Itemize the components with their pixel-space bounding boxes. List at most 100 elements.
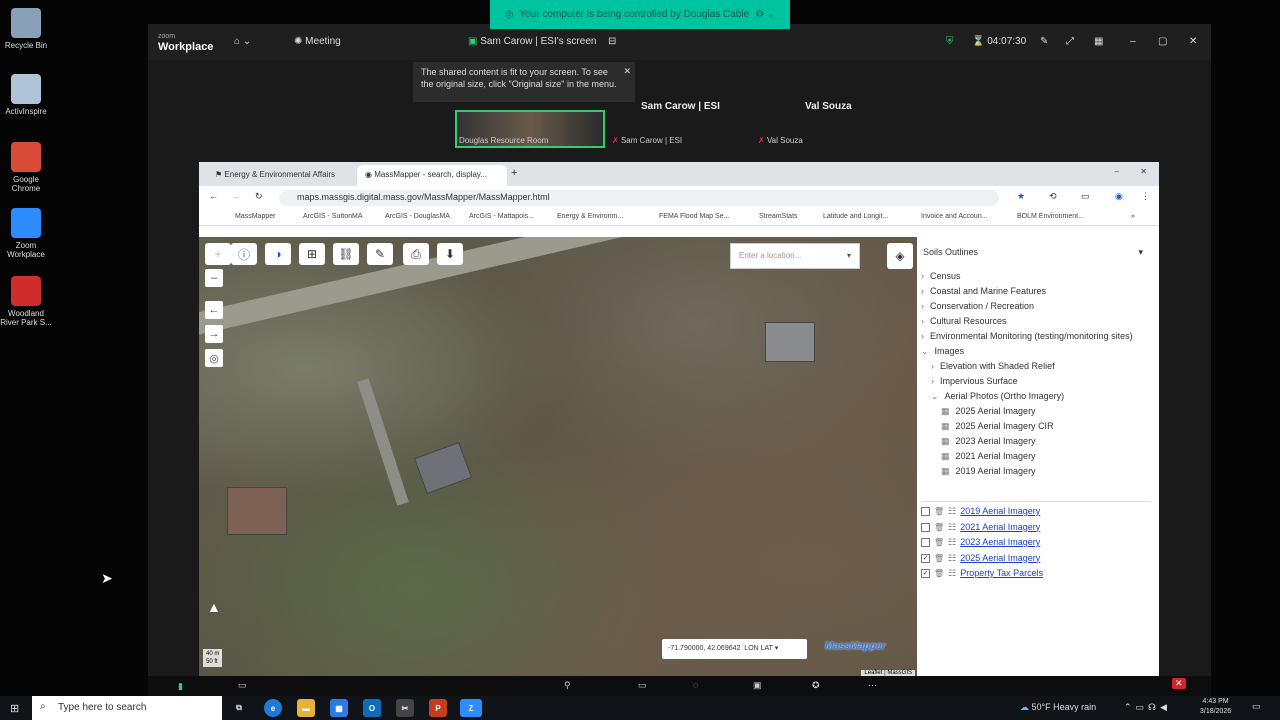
maximize-button[interactable]: ▢ bbox=[1158, 36, 1167, 47]
layer-tree-item[interactable]: ▦ 2019 Aerial Imagery bbox=[921, 464, 1149, 479]
geolocate-icon[interactable]: ◎ bbox=[205, 349, 223, 367]
tab-energy[interactable]: ⚑ Energy & Environmental Affairs bbox=[207, 165, 357, 186]
active-layer-link[interactable]: 2025 Aerial Imagery bbox=[960, 551, 1040, 567]
print-icon[interactable]: ⎙ bbox=[403, 243, 429, 265]
layer-tree-item[interactable]: ▦ 2023 Aerial Imagery bbox=[921, 434, 1149, 449]
forward-icon[interactable]: → bbox=[231, 191, 240, 201]
extensions-icon[interactable]: ▭ bbox=[1081, 191, 1090, 202]
info-icon[interactable]: ⓘ bbox=[231, 243, 257, 265]
link-icon[interactable]: ⛓ bbox=[333, 243, 359, 265]
location-search-input[interactable]: Enter a location... ▾ bbox=[730, 243, 860, 269]
taskbar-search-input[interactable]: ⌕ Type here to search bbox=[32, 696, 222, 720]
weather-widget[interactable]: ☁ 50°F Heavy rain bbox=[1020, 702, 1096, 713]
bookmarks-overflow-icon[interactable]: » bbox=[1131, 213, 1135, 220]
banner-gear-icon[interactable]: ⚙ ⌄ bbox=[755, 9, 775, 20]
bookmark-star-icon[interactable]: ★ bbox=[1017, 191, 1025, 202]
layer-tree-item[interactable]: › Impervious Surface bbox=[921, 374, 1149, 389]
aerial-map[interactable]: + ⓘ ◑ ⊞ ⛓ ✎ ⎙ ⬇ – ← → ◎ Enter a location… bbox=[199, 237, 917, 676]
menu-icon[interactable]: ⋮ bbox=[1141, 191, 1150, 202]
delete-layer-icon[interactable]: 🗑 bbox=[934, 535, 944, 551]
stop-control-icon[interactable]: ✕ bbox=[1172, 678, 1186, 689]
reload-icon[interactable]: ↻ bbox=[255, 191, 263, 202]
window-minimize-icon[interactable]: – bbox=[1115, 167, 1119, 176]
bookmark-item[interactable]: ArcGIS - Mattapois... bbox=[469, 213, 534, 220]
mic-icon[interactable]: ✎ bbox=[1040, 36, 1048, 47]
task-view-icon[interactable]: ⧉ bbox=[230, 699, 248, 717]
legend-icon[interactable]: ☷ bbox=[948, 520, 956, 536]
url-field[interactable]: maps.massgis.digital.mass.gov/MassMapper… bbox=[279, 190, 999, 206]
active-layer-link[interactable]: 2021 Aerial Imagery bbox=[960, 520, 1040, 536]
desktop-icon[interactable]: Woodland River Park S... bbox=[0, 276, 52, 327]
bookmark-item[interactable]: BOLM Environment... bbox=[1017, 213, 1084, 220]
taskbar-clock[interactable]: 4:43 PM 3/18/2026 bbox=[1200, 697, 1231, 717]
legend-icon[interactable]: ☷ bbox=[948, 566, 956, 582]
home-icon[interactable]: ⌂ ⌄ bbox=[234, 36, 251, 47]
layer-checkbox[interactable] bbox=[921, 522, 930, 532]
legend-icon[interactable]: ☷ bbox=[948, 551, 956, 567]
previous-extent-icon[interactable]: ← bbox=[205, 301, 223, 319]
basemap-icon[interactable]: ◈ bbox=[887, 243, 913, 269]
identify-icon[interactable]: ◑ bbox=[265, 243, 291, 265]
bookmark-item[interactable]: MassMapper bbox=[235, 213, 275, 220]
record-icon[interactable]: ▣ bbox=[753, 680, 762, 691]
edge-icon[interactable]: e bbox=[264, 699, 282, 717]
back-icon[interactable]: ← bbox=[209, 191, 218, 201]
legend-icon[interactable]: ☷ bbox=[948, 535, 956, 551]
minimize-button[interactable]: – bbox=[1130, 36, 1136, 47]
layer-tree-item[interactable]: ⌄ Aerial Photos (Ortho Imagery) bbox=[921, 389, 1149, 404]
layer-checkbox[interactable] bbox=[921, 538, 930, 548]
legend-icon[interactable]: ☷ bbox=[948, 504, 956, 520]
tray-icons[interactable]: ⌃▭☊◀ bbox=[1124, 702, 1171, 713]
bookmark-item[interactable]: ArcGIS - DouglasMA bbox=[385, 213, 450, 220]
desktop-icon[interactable]: Zoom Workplace bbox=[0, 208, 52, 259]
layer-checkbox[interactable]: ✓ bbox=[921, 553, 930, 563]
bookmark-item[interactable]: FEMA Flood Map Se... bbox=[659, 213, 729, 220]
layer-select[interactable]: Soils Outlines ▾ bbox=[923, 247, 1143, 263]
meeting-tab[interactable]: ✺ Meeting bbox=[294, 36, 341, 47]
profile-icon[interactable]: ◉ bbox=[1115, 191, 1123, 202]
desktop-icon[interactable]: Recycle Bin bbox=[0, 8, 52, 50]
active-layer-link[interactable]: 2023 Aerial Imagery bbox=[960, 535, 1040, 551]
participants-icon[interactable]: ⚲ bbox=[564, 680, 571, 691]
desktop-icon[interactable]: ActivInspire bbox=[0, 74, 52, 116]
draw-icon[interactable]: ✎ bbox=[367, 243, 393, 265]
notification-icon[interactable]: ▭ bbox=[1252, 701, 1261, 712]
window-close-icon[interactable]: ✕ bbox=[1140, 167, 1147, 176]
store-icon[interactable]: ▦ bbox=[330, 699, 348, 717]
bookmark-item[interactable]: StreamStats bbox=[759, 213, 798, 220]
layer-tree-item[interactable]: ▦ 2025 Aerial Imagery bbox=[921, 404, 1149, 419]
zoom-taskbar-icon[interactable]: Z bbox=[460, 699, 482, 717]
layer-tree-item[interactable]: › Elevation with Shaded Relief bbox=[921, 359, 1149, 374]
close-button[interactable]: ✕ bbox=[1189, 36, 1197, 47]
desktop-icon[interactable]: Google Chrome bbox=[0, 142, 52, 193]
delete-layer-icon[interactable]: 🗑 bbox=[934, 504, 944, 520]
history-icon[interactable]: ⟲ bbox=[1049, 191, 1057, 202]
tab-massmapper[interactable]: ◉ MassMapper - search, display... bbox=[357, 165, 507, 186]
delete-layer-icon[interactable]: 🗑 bbox=[934, 551, 944, 567]
next-extent-icon[interactable]: → bbox=[205, 325, 223, 343]
view-options-icon[interactable]: ⊟ bbox=[608, 36, 616, 47]
new-tab-icon[interactable]: + bbox=[511, 167, 517, 179]
layer-tree-item[interactable]: ⌄ Images bbox=[921, 344, 1149, 359]
mic-icon[interactable]: ▮ bbox=[178, 681, 183, 692]
layer-tree-item[interactable]: ▦ 2021 Aerial Imagery bbox=[921, 449, 1149, 464]
layer-tree-item[interactable]: › Environmental Monitoring (testing/monit… bbox=[921, 329, 1149, 344]
bookmark-item[interactable]: Latitude and Longit... bbox=[823, 213, 888, 220]
outlook-icon[interactable]: O bbox=[363, 699, 381, 717]
snipping-tool-icon[interactable]: ✂ bbox=[396, 699, 414, 717]
file-explorer-icon[interactable]: ▬ bbox=[297, 699, 315, 717]
expand-icon[interactable]: ⤢ bbox=[1066, 36, 1074, 47]
tooltip-close-icon[interactable]: ✕ bbox=[623, 65, 631, 77]
measure-icon[interactable]: ⊞ bbox=[299, 243, 325, 265]
layer-checkbox[interactable] bbox=[921, 507, 930, 517]
windows-start-icon[interactable]: ⊞ bbox=[10, 702, 19, 715]
bookmark-item[interactable]: ArcGIS - SuttonMA bbox=[303, 213, 363, 220]
layer-tree-item[interactable]: › Conservation / Recreation bbox=[921, 299, 1149, 314]
more-icon[interactable]: ⋯ bbox=[868, 680, 877, 691]
bookmark-item[interactable]: Energy & Environm... bbox=[557, 213, 623, 220]
zoom-out-button[interactable]: – bbox=[205, 269, 223, 287]
layer-tree-item[interactable]: ▦ 2025 Aerial Imagery CIR bbox=[921, 419, 1149, 434]
camera-icon[interactable]: ▭ bbox=[238, 680, 247, 691]
bookmark-item[interactable]: Invoice and Accoun... bbox=[921, 213, 988, 220]
powerpoint-icon[interactable]: P bbox=[429, 699, 447, 717]
